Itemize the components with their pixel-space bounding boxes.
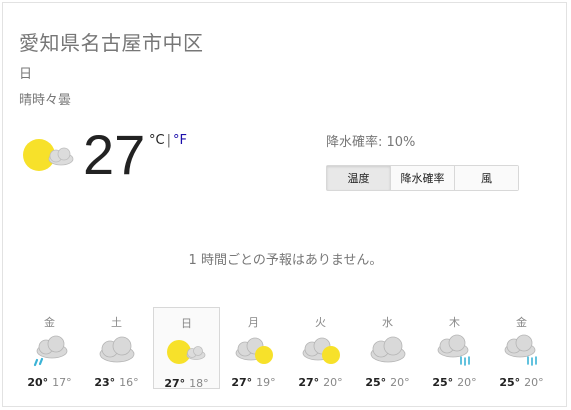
forecast-day[interactable]: 木 25° 20° bbox=[421, 307, 488, 389]
forecast-day-label: 金 bbox=[44, 316, 55, 329]
sun-cloud-icon bbox=[23, 139, 74, 171]
weather-card: 愛知県名古屋市中区 日 晴時々曇 27 °C | °F 降水確率: 10% 温度 降… bbox=[2, 2, 567, 407]
forecast-low: 16° bbox=[119, 376, 139, 389]
rain-cloud-icon bbox=[504, 334, 537, 366]
forecast-low: 20° bbox=[457, 376, 477, 389]
forecast-low: 19° bbox=[256, 376, 276, 389]
rain-cloud-icon bbox=[33, 335, 67, 367]
tab-precipitation[interactable]: 降水確率 bbox=[390, 166, 454, 190]
forecast-day-label: 月 bbox=[248, 316, 259, 329]
unit-separator: | bbox=[166, 133, 171, 148]
forecast-day-label: 金 bbox=[516, 316, 527, 329]
forecast-day-label: 日 bbox=[181, 317, 192, 330]
forecast-day[interactable]: 金 20° 17° bbox=[16, 307, 83, 389]
unit-switch: °C | °F bbox=[149, 133, 187, 148]
forecast-day-label: 火 bbox=[315, 316, 326, 329]
forecast-high: 23° bbox=[94, 376, 116, 389]
current-temperature: 27 bbox=[83, 123, 146, 186]
hourly-unavailable-message: 1 時間ごとの予報はありません。 bbox=[188, 253, 383, 268]
day-label: 日 bbox=[19, 67, 33, 82]
daily-forecast: 金 20° 17° 土 23° 16° 日 27° 18° 月 27° 19° … bbox=[16, 307, 556, 390]
location-title: 愛知県名古屋市中区 bbox=[19, 31, 204, 55]
chart-tabs: 温度 降水確率 風 bbox=[326, 165, 519, 191]
forecast-high: 25° bbox=[499, 376, 521, 389]
forecast-day-label: 水 bbox=[382, 316, 393, 329]
unit-fahrenheit-link[interactable]: °F bbox=[173, 133, 187, 148]
cloud-icon bbox=[370, 336, 405, 363]
forecast-day-label: 木 bbox=[449, 316, 460, 329]
forecast-high: 25° bbox=[432, 376, 454, 389]
tab-temperature[interactable]: 温度 bbox=[327, 166, 390, 190]
forecast-low: 18° bbox=[189, 377, 209, 390]
forecast-high: 27° bbox=[231, 376, 253, 389]
forecast-day[interactable]: 月 27° 19° bbox=[220, 307, 287, 389]
cloud-sun-icon bbox=[235, 337, 273, 364]
forecast-high: 27° bbox=[164, 377, 186, 390]
forecast-low: 20° bbox=[323, 376, 343, 389]
forecast-low: 17° bbox=[52, 376, 72, 389]
tab-wind[interactable]: 風 bbox=[454, 166, 518, 190]
forecast-day[interactable]: 金 25° 20° bbox=[488, 307, 555, 389]
forecast-day[interactable]: 水 25° 20° bbox=[354, 307, 421, 389]
forecast-high: 20° bbox=[27, 376, 49, 389]
rain-cloud-icon bbox=[437, 334, 470, 366]
forecast-high: 27° bbox=[298, 376, 320, 389]
cloud-icon bbox=[99, 336, 134, 363]
forecast-day[interactable]: 火 27° 20° bbox=[287, 307, 354, 389]
condition-label: 晴時々曇 bbox=[19, 93, 72, 108]
forecast-day-label: 土 bbox=[111, 316, 122, 329]
forecast-day[interactable]: 土 23° 16° bbox=[83, 307, 150, 389]
unit-celsius[interactable]: °C bbox=[149, 133, 165, 148]
forecast-day-selected[interactable]: 日 27° 18° bbox=[153, 307, 220, 390]
sun-cloud-icon bbox=[166, 340, 205, 364]
forecast-high: 25° bbox=[365, 376, 387, 389]
forecast-low: 20° bbox=[390, 376, 410, 389]
forecast-low: 20° bbox=[524, 376, 544, 389]
precipitation-label: 降水確率: 10% bbox=[326, 135, 416, 150]
cloud-sun-icon bbox=[302, 337, 340, 364]
